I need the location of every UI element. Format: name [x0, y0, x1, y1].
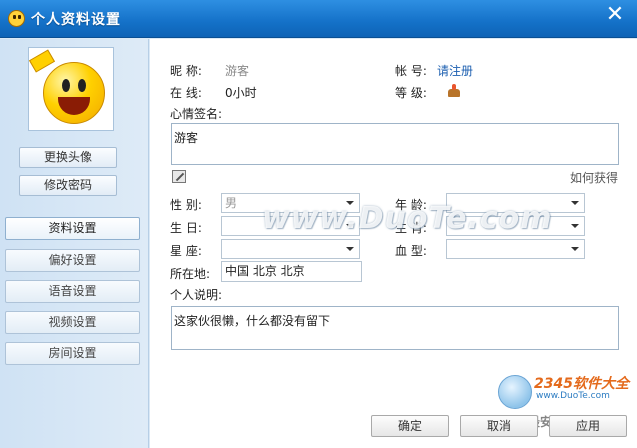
mood-signature-input[interactable]: 游客	[171, 123, 619, 165]
how-to-get-link[interactable]: 如何获得	[570, 169, 618, 186]
chevron-down-icon	[346, 224, 354, 228]
constellation-label: 星 座:	[170, 244, 202, 258]
app-logo-icon	[8, 10, 25, 27]
site-name: 2345软件大全	[534, 376, 629, 392]
nickname-value: 游客	[225, 64, 250, 78]
online-label: 在 线:	[170, 86, 202, 100]
cancel-button[interactable]: 取消	[460, 415, 538, 437]
change-password-button[interactable]: 修改密码	[19, 175, 117, 196]
title-bar: 个人资料设置 ✕	[0, 0, 637, 38]
nav-video-settings[interactable]: 视频设置	[5, 311, 140, 334]
constellation-select[interactable]	[221, 239, 360, 259]
apply-button[interactable]: 应用	[549, 415, 627, 437]
chevron-down-icon	[571, 224, 579, 228]
nav-profile-settings[interactable]: 资料设置	[5, 217, 140, 240]
location-field[interactable]: 中国 北京 北京	[221, 261, 362, 282]
avatar-eye-left	[62, 79, 70, 92]
age-label: 年 龄:	[395, 198, 427, 212]
bio-input[interactable]: 这家伙很懒，什么都没有留下	[171, 306, 619, 350]
bio-label: 个人说明:	[170, 288, 223, 302]
nav-preference-settings[interactable]: 偏好设置	[5, 249, 140, 272]
site-url: www.DuoTe.com	[536, 391, 610, 401]
ok-button[interactable]: 确定	[371, 415, 449, 437]
chevron-down-icon	[571, 201, 579, 205]
register-link[interactable]: 请注册	[437, 62, 473, 79]
gender-select[interactable]: 男	[221, 193, 360, 213]
location-label: 所在地:	[170, 267, 211, 281]
chevron-down-icon	[346, 201, 354, 205]
level-label: 等 级:	[395, 86, 427, 100]
mascot-icon	[498, 375, 532, 409]
sidebar: 更换头像 修改密码 资料设置 偏好设置 语音设置 视频设置 房间设置	[0, 39, 149, 448]
nav-voice-settings[interactable]: 语音设置	[5, 280, 140, 303]
gender-selected-value: 男	[225, 196, 238, 210]
edit-format-icon[interactable]	[172, 170, 186, 183]
zodiac-label: 生 肖:	[395, 221, 427, 235]
blood-type-select[interactable]	[446, 239, 585, 259]
smiley-avatar-icon	[43, 62, 105, 124]
cake-level-icon	[446, 84, 462, 98]
profile-panel: 昵 称: 游客 帐 号: 请注册 在 线: 0小时 等 级: 心情签名: 游客 …	[150, 39, 637, 448]
mood-signature-label: 心情签名:	[170, 107, 223, 121]
gender-label: 性 别:	[170, 198, 202, 212]
blood-type-label: 血 型:	[395, 244, 427, 258]
birthday-select[interactable]	[221, 216, 360, 236]
nav-room-settings[interactable]: 房间设置	[5, 342, 140, 365]
change-avatar-button[interactable]: 更换头像	[19, 147, 117, 168]
avatar	[28, 47, 114, 131]
age-select[interactable]	[446, 193, 585, 213]
birthday-label: 生 日:	[170, 221, 202, 235]
zodiac-select[interactable]	[446, 216, 585, 236]
chevron-down-icon	[571, 247, 579, 251]
avatar-mouth	[58, 97, 90, 115]
nickname-label: 昵 称:	[170, 64, 202, 78]
chevron-down-icon	[346, 247, 354, 251]
avatar-flag-icon	[28, 49, 56, 73]
avatar-eye-right	[78, 79, 86, 92]
close-button[interactable]: ✕	[603, 3, 627, 27]
account-label: 帐 号:	[395, 64, 427, 78]
online-hours-value: 0小时	[225, 86, 257, 100]
window-title: 个人资料设置	[31, 12, 121, 28]
